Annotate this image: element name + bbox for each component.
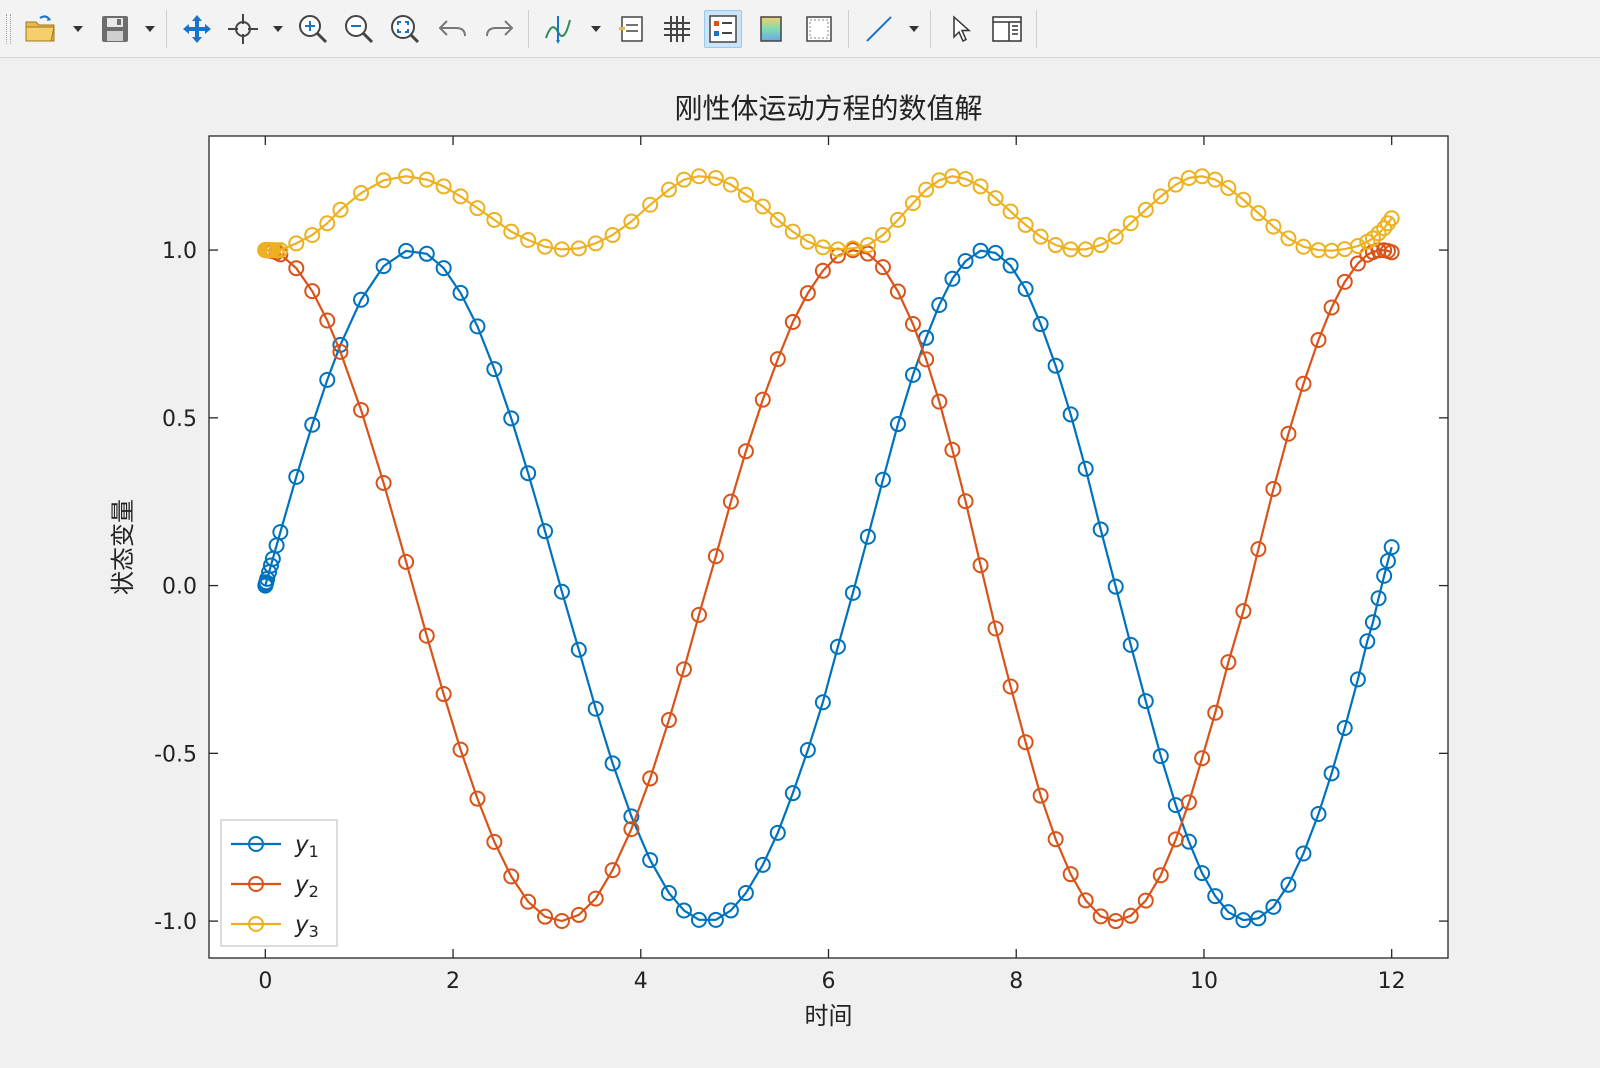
legend-label-subscript: 1 bbox=[309, 842, 319, 861]
grid-icon[interactable] bbox=[658, 10, 696, 48]
select-pointer-icon[interactable] bbox=[942, 10, 980, 48]
y-tick-label: -0.5 bbox=[154, 742, 197, 767]
toolbar-separator bbox=[930, 10, 931, 48]
property-editor-icon[interactable] bbox=[988, 10, 1026, 48]
redo-icon[interactable] bbox=[480, 10, 518, 48]
pan-icon[interactable] bbox=[178, 10, 216, 48]
y-tick-label: 1.0 bbox=[162, 239, 197, 264]
axes-box-icon[interactable] bbox=[800, 10, 838, 48]
undo-icon[interactable] bbox=[434, 10, 472, 48]
data-cursor-icon[interactable] bbox=[540, 10, 578, 48]
toolbar-grip[interactable] bbox=[6, 14, 11, 44]
save-icon[interactable] bbox=[96, 10, 134, 48]
figure-toolbar bbox=[0, 0, 1600, 58]
x-tick-label: 4 bbox=[634, 969, 648, 994]
zoom-fit-icon[interactable] bbox=[386, 10, 424, 48]
x-tick-label: 10 bbox=[1190, 969, 1218, 994]
legend-toggle-icon[interactable] bbox=[704, 10, 742, 48]
colorbar-icon[interactable] bbox=[752, 10, 790, 48]
toolbar-separator bbox=[1036, 10, 1037, 48]
x-tick-label: 12 bbox=[1378, 969, 1406, 994]
zoom-out-icon[interactable] bbox=[340, 10, 378, 48]
save-dropdown-icon[interactable] bbox=[142, 10, 158, 48]
data-cursor-dropdown-icon[interactable] bbox=[588, 10, 604, 48]
insert-line-dropdown-icon[interactable] bbox=[906, 10, 922, 48]
legend-label-subscript: 2 bbox=[309, 882, 319, 901]
y-tick-label: 0.5 bbox=[162, 407, 197, 432]
open-file-dropdown-icon[interactable] bbox=[70, 10, 86, 48]
x-axis-label: 时间 bbox=[805, 1002, 853, 1030]
rotate-dropdown-icon[interactable] bbox=[270, 10, 286, 48]
x-tick-label: 6 bbox=[822, 969, 836, 994]
x-tick-label: 0 bbox=[258, 969, 272, 994]
figure-canvas: 刚性体运动方程的数值解 时间 状态变量 0 2 4 6 8 10 12 -1.0 -0.5 0.0… bbox=[0, 58, 1600, 1068]
insert-legend-icon[interactable] bbox=[612, 10, 650, 48]
toolbar-separator bbox=[166, 10, 167, 48]
y-axis-label: 状态变量 bbox=[109, 499, 137, 595]
legend[interactable]: y1y2y3 bbox=[220, 819, 338, 947]
zoom-in-icon[interactable] bbox=[294, 10, 332, 48]
toolbar-separator bbox=[848, 10, 849, 48]
line-chart: 刚性体运动方程的数值解 时间 状态变量 0 2 4 6 8 10 12-1.0-0.50.0… bbox=[109, 92, 1449, 1030]
legend-label-subscript: 3 bbox=[309, 922, 319, 941]
x-tick-label: 8 bbox=[1009, 969, 1023, 994]
x-tick-label: 2 bbox=[446, 969, 460, 994]
chart-title: 刚性体运动方程的数值解 bbox=[674, 92, 982, 125]
y-tick-label: 0.0 bbox=[162, 575, 197, 600]
toolbar-separator bbox=[528, 10, 529, 48]
insert-line-icon[interactable] bbox=[860, 10, 898, 48]
open-file-icon[interactable] bbox=[22, 10, 60, 48]
y-tick-label: -1.0 bbox=[154, 910, 197, 935]
figure-window: 刚性体运动方程的数值解 时间 状态变量 0 2 4 6 8 10 12 -1.0 -0.5 0.0… bbox=[0, 0, 1600, 1068]
rotate-3d-icon[interactable] bbox=[224, 10, 262, 48]
